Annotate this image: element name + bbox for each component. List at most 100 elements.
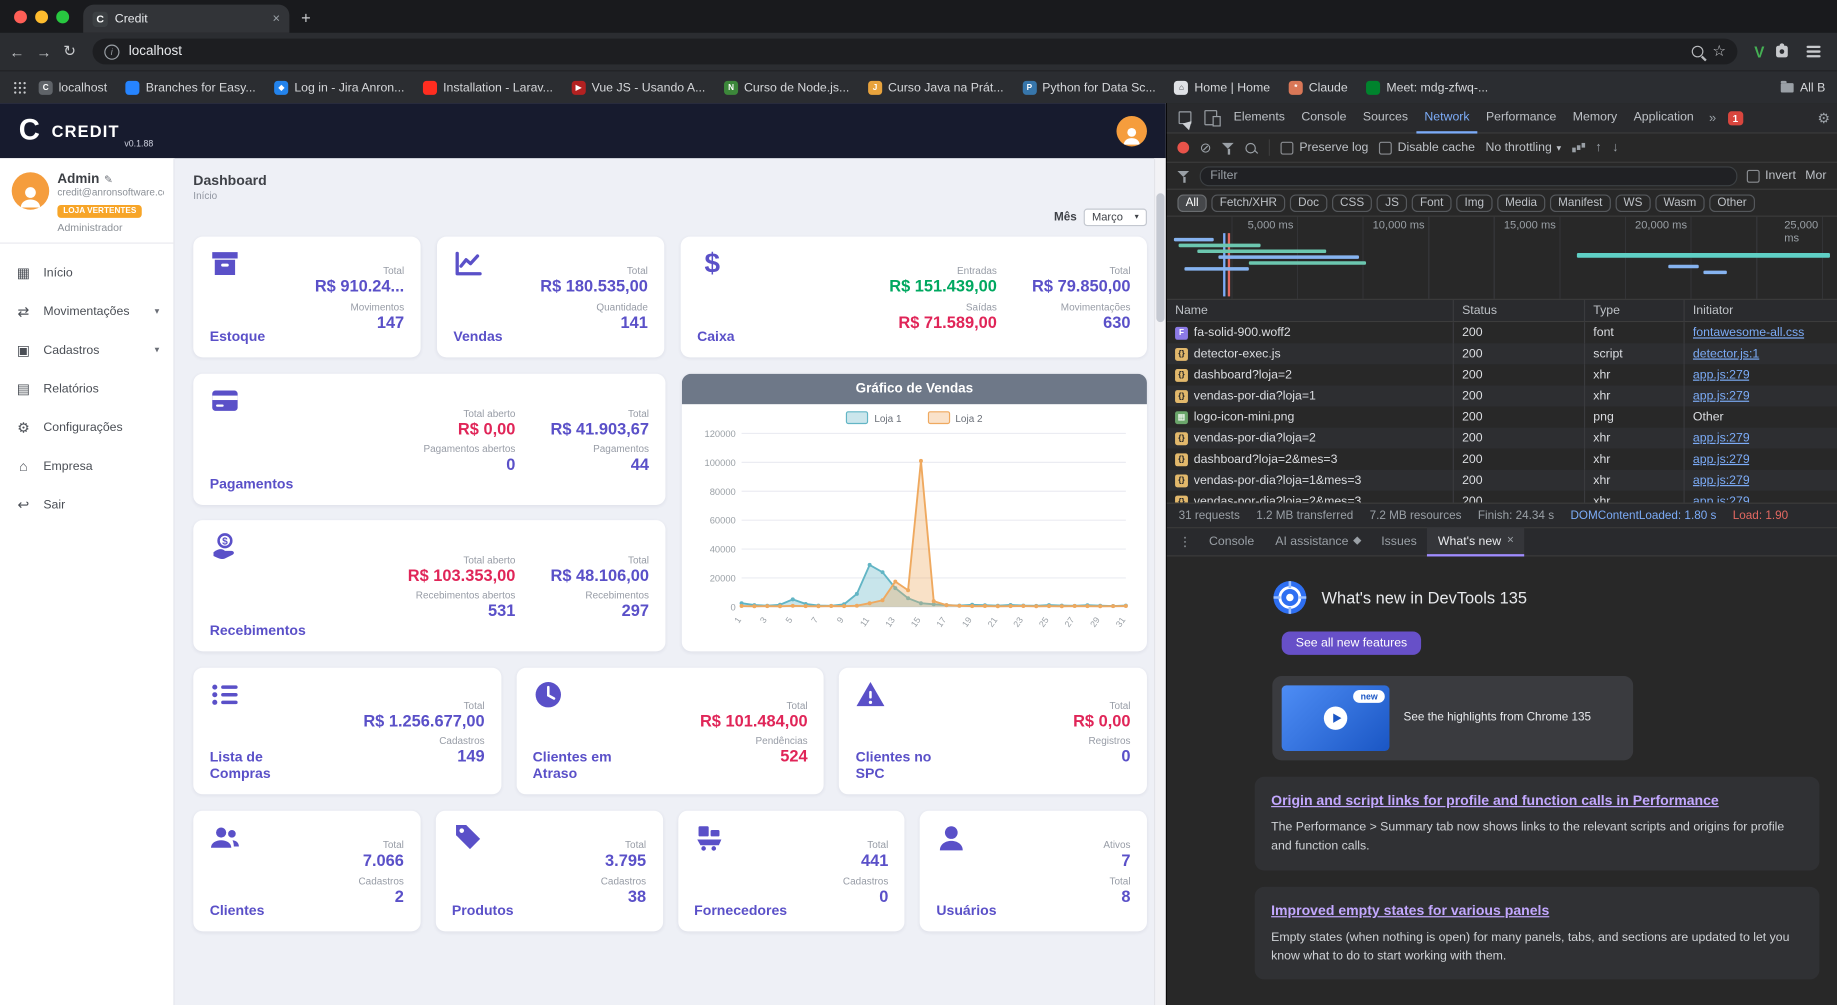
bookmark[interactable]: ▶ Vue JS - Usando A... xyxy=(563,77,713,98)
section-heading-link[interactable]: Origin and script links for profile and … xyxy=(1271,791,1803,810)
play-icon[interactable] xyxy=(1323,706,1348,730)
bookmark[interactable]: * Claude xyxy=(1281,77,1356,98)
initiator-link[interactable]: detector.js:1 xyxy=(1693,347,1759,361)
initiator-link[interactable]: app.js:279 xyxy=(1693,389,1750,403)
devtools-tab-console[interactable]: Console xyxy=(1293,102,1355,134)
drawer-tab-issues[interactable]: Issues xyxy=(1371,527,1428,556)
filter-chip-font[interactable]: Font xyxy=(1411,193,1452,212)
column-header-type[interactable]: Type xyxy=(1585,299,1685,322)
section-heading-link[interactable]: Improved empty states for various panels xyxy=(1271,901,1803,920)
filter-chip-js[interactable]: JS xyxy=(1377,193,1408,212)
extension-v-icon[interactable]: V xyxy=(1754,43,1764,61)
devtools-settings-icon[interactable]: ⚙ xyxy=(1817,110,1830,126)
filter-chip-css[interactable]: CSS xyxy=(1331,193,1373,212)
sidebar-item-relatorios[interactable]: ▤ Relatórios xyxy=(0,369,173,408)
column-header-name[interactable]: Name xyxy=(1167,299,1454,322)
network-request-row[interactable]: {}dashboard?loja=2200xhrapp.js:2791.7 xyxy=(1166,364,1837,386)
forward-button[interactable]: → xyxy=(36,43,51,61)
column-header-status[interactable]: Status xyxy=(1454,299,1586,322)
devtools-tab-memory[interactable]: Memory xyxy=(1565,102,1626,134)
url-text[interactable]: localhost xyxy=(129,45,1682,59)
tab-close-icon[interactable]: × xyxy=(272,12,280,26)
more-filters-label[interactable]: Mor xyxy=(1805,169,1826,183)
devtools-tab-performance[interactable]: Performance xyxy=(1478,102,1565,134)
network-request-row[interactable]: ▦logo-icon-mini.png200pngOther1.2 xyxy=(1166,406,1837,428)
video-thumbnail[interactable]: new xyxy=(1281,685,1390,751)
sidebar-item-empresa[interactable]: ⌂ Empresa xyxy=(0,446,173,485)
sidebar-item-configuracoes[interactable]: ⚙ Configurações xyxy=(0,408,173,447)
clear-network-log-icon[interactable]: ⊘ xyxy=(1200,141,1212,155)
initiator-link[interactable]: app.js:279 xyxy=(1693,473,1750,487)
network-request-row[interactable]: Ffa-solid-900.woff2 200 font fontawesome-al… xyxy=(1166,322,1837,344)
initiator-link[interactable]: app.js:279 xyxy=(1693,368,1750,382)
scrollbar-thumb[interactable] xyxy=(1156,193,1165,323)
drawer-tab-close-icon[interactable]: × xyxy=(1507,534,1514,547)
filter-toggle-icon[interactable] xyxy=(1221,141,1235,155)
initiator-link[interactable]: app.js:279 xyxy=(1693,494,1750,502)
network-filter-input[interactable] xyxy=(1199,165,1737,186)
search-icon[interactable] xyxy=(1691,45,1704,58)
reload-button[interactable]: ↻ xyxy=(63,42,76,61)
preserve-log-checkbox[interactable]: Preserve log xyxy=(1280,141,1368,155)
export-har-icon[interactable]: ↓ xyxy=(1612,141,1618,155)
filter-chip-ws[interactable]: WS xyxy=(1615,193,1651,212)
bookmark[interactable]: J Curso Java na Prát... xyxy=(860,77,1012,98)
sidebar-item-cadastros[interactable]: ▣ Cadastros ▾ xyxy=(0,330,173,369)
see-all-features-button[interactable]: See all new features xyxy=(1281,631,1422,655)
devtools-tab-application[interactable]: Application xyxy=(1625,102,1702,134)
sidebar-item-movimentacoes[interactable]: ⇄ Movimentações ▾ xyxy=(0,292,173,331)
new-tab-button[interactable]: + xyxy=(301,8,311,27)
apps-grid-icon[interactable] xyxy=(14,86,17,90)
bookmark[interactable]: Clocalhost xyxy=(30,77,115,98)
bookmark[interactable]: ⌂ Home | Home xyxy=(1166,77,1278,98)
header-avatar[interactable] xyxy=(1116,115,1147,146)
filter-chip-img[interactable]: Img xyxy=(1456,193,1493,212)
filter-chip-media[interactable]: Media xyxy=(1496,193,1546,212)
filter-chip-all[interactable]: All xyxy=(1177,193,1207,212)
throttling-select[interactable]: No throttling ▾ xyxy=(1485,141,1561,155)
extensions-puzzle-icon[interactable] xyxy=(1776,43,1788,58)
more-panels-icon[interactable]: » xyxy=(1704,111,1721,125)
bookmark[interactable]: Branches for Easy... xyxy=(118,77,264,98)
network-request-row[interactable]: {} dashboard?loja=2&mes=3 200 xhr app.js:279… xyxy=(1166,448,1837,470)
network-request-row[interactable]: {} detector-exec.js 200 script detector.js:1… xyxy=(1166,343,1837,365)
network-conditions-icon[interactable] xyxy=(1571,147,1576,153)
devtools-tab-elements[interactable]: Elements xyxy=(1225,102,1293,134)
sidebar-item-sair[interactable]: ↩ Sair xyxy=(0,485,173,524)
bookmark[interactable]: P Python for Data Sc... xyxy=(1014,77,1164,98)
bookmark[interactable]: Meet: mdg-zfwq-... xyxy=(1358,77,1496,98)
highlight-video-card[interactable]: new See the highlights from Chrome 135 xyxy=(1272,675,1634,761)
all-bookmarks[interactable]: All B xyxy=(1781,81,1825,95)
drawer-tab-what-s-new[interactable]: What's new × xyxy=(1427,527,1525,557)
page-scrollbar[interactable] xyxy=(1153,158,1166,1005)
drawer-menu-icon[interactable]: ⋮ xyxy=(1172,534,1199,549)
initiator-link[interactable]: app.js:279 xyxy=(1693,431,1750,445)
invert-filter-checkbox[interactable]: Invert xyxy=(1746,169,1796,183)
import-har-icon[interactable]: ↑ xyxy=(1595,141,1601,155)
bookmark[interactable]: ◆ Log in - Jira Anron... xyxy=(266,77,412,98)
zoom-window-button[interactable] xyxy=(56,10,70,24)
browser-menu-icon[interactable] xyxy=(1806,50,1821,53)
drawer-tab-console[interactable]: Console xyxy=(1198,527,1264,556)
error-badge[interactable]: 1 xyxy=(1727,110,1743,125)
user-avatar[interactable] xyxy=(11,172,50,210)
filter-chip-other[interactable]: Other xyxy=(1709,193,1755,212)
address-bar[interactable]: i localhost ☆ xyxy=(92,38,1738,65)
drawer-tab-ai-assistance[interactable]: AI assistance xyxy=(1265,527,1371,556)
network-request-row[interactable]: {}vendas-por-dia?loja=1200xhrapp.js:2791… xyxy=(1166,385,1837,407)
device-toolbar-icon[interactable] xyxy=(1204,110,1221,127)
column-header-initiator[interactable]: Initiator xyxy=(1685,300,1837,321)
edit-profile-icon[interactable]: ✎ xyxy=(104,173,113,186)
filter-chip-fetch-xhr[interactable]: Fetch/XHR xyxy=(1211,193,1286,212)
disable-cache-checkbox[interactable]: Disable cache xyxy=(1378,141,1475,155)
site-info-icon[interactable]: i xyxy=(104,43,120,60)
month-select[interactable]: Março ▾ xyxy=(1083,207,1147,226)
initiator-link[interactable]: fontawesome-all.css xyxy=(1693,326,1804,340)
minimize-window-button[interactable] xyxy=(35,10,49,24)
devtools-tab-network[interactable]: Network xyxy=(1416,102,1478,134)
filter-chip-doc[interactable]: Doc xyxy=(1289,193,1328,212)
bookmark[interactable]: Installation - Larav... xyxy=(415,77,561,98)
network-request-row[interactable]: {} vendas-por-dia?loja=2&mes=3 200 xhr app.j… xyxy=(1166,490,1837,503)
inspect-element-icon[interactable] xyxy=(1178,111,1192,125)
network-search-icon[interactable] xyxy=(1245,142,1256,153)
